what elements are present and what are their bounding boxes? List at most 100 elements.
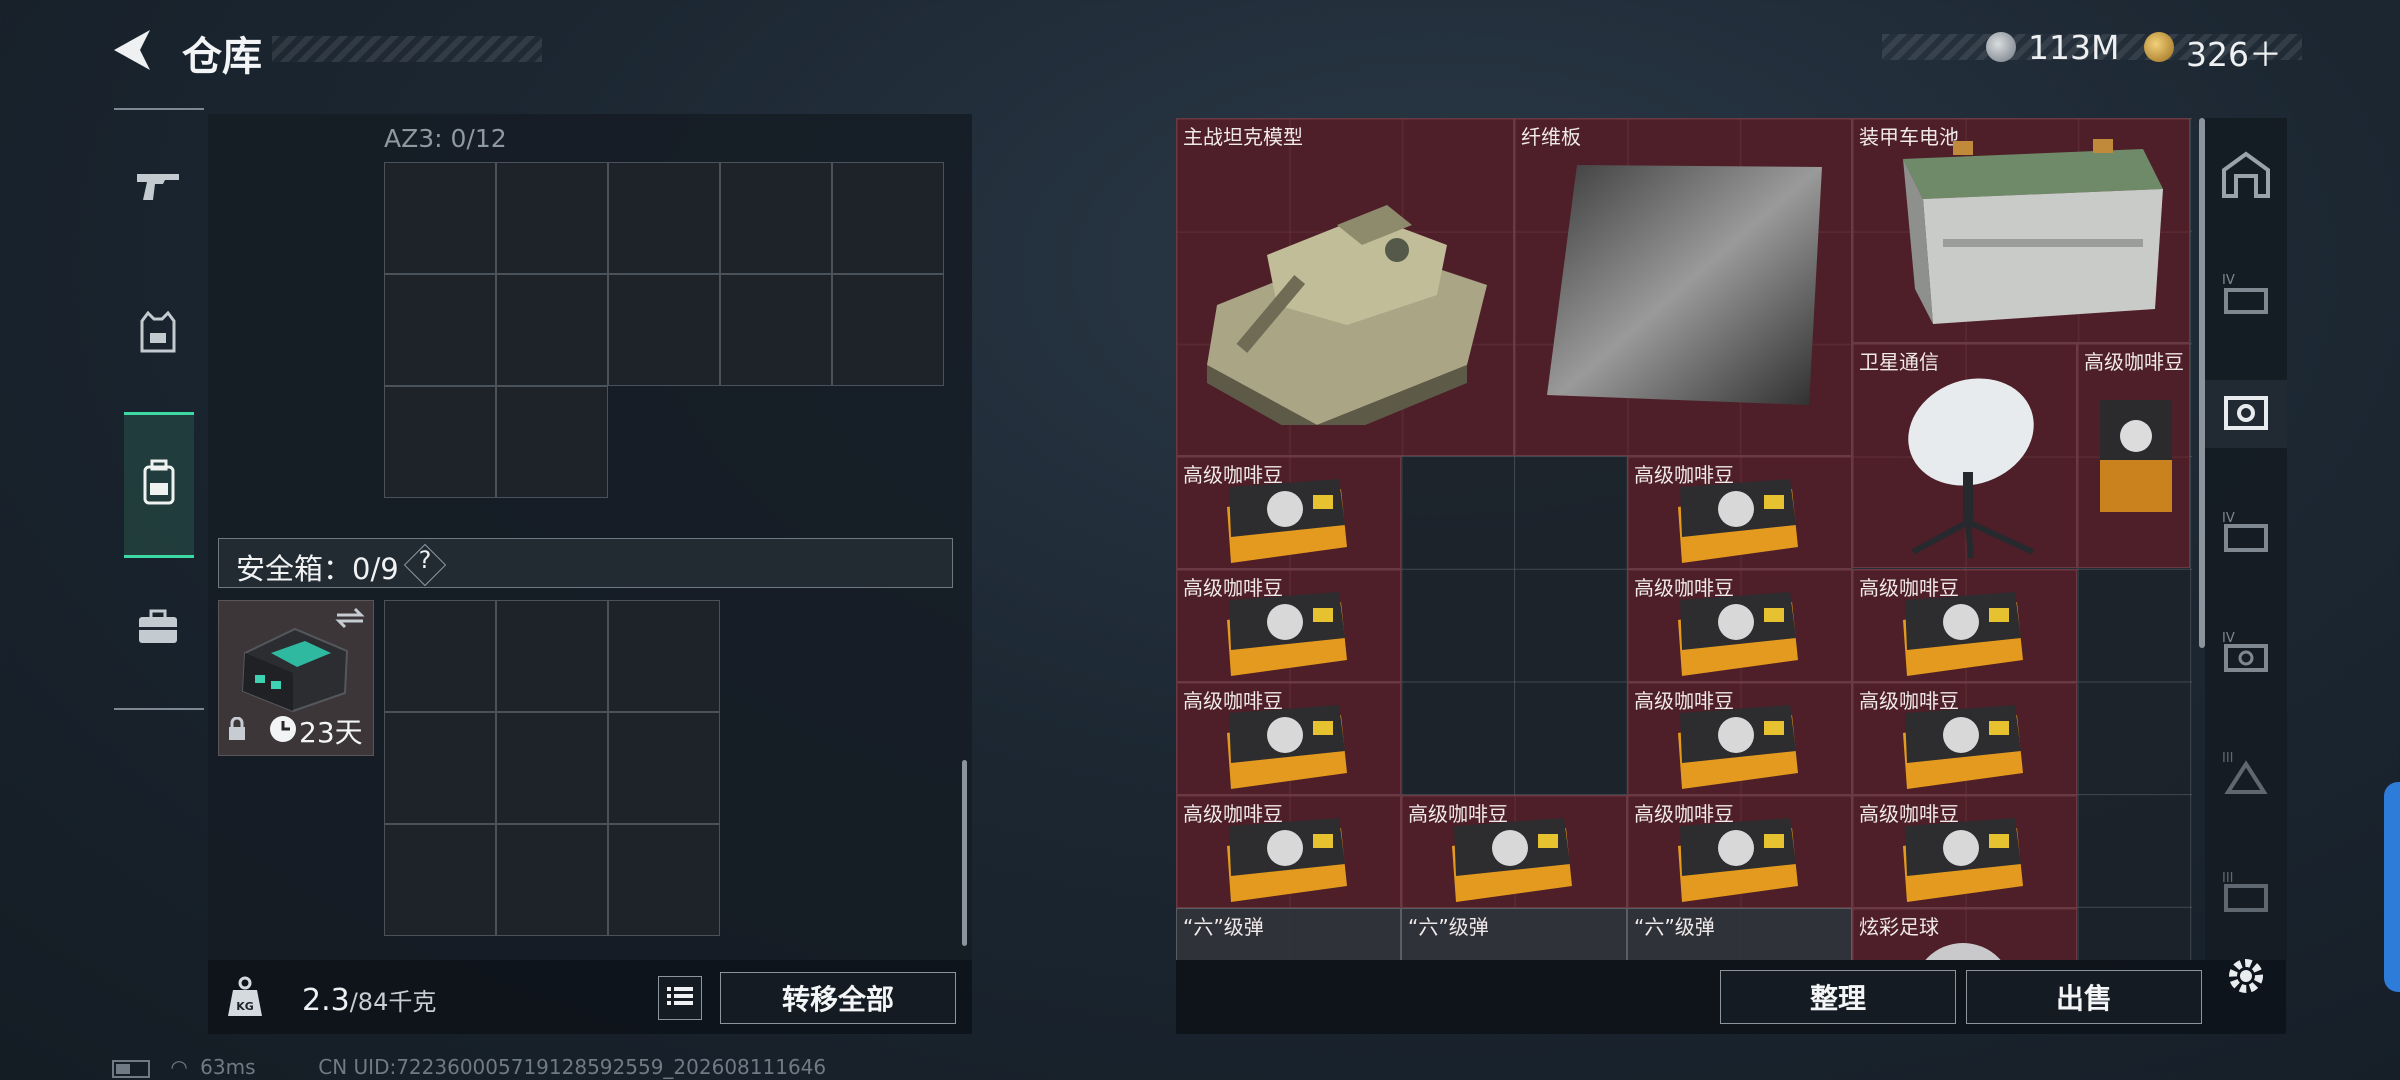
stash-tab-1[interactable]: IV	[2214, 264, 2278, 328]
safebox-slot[interactable]	[496, 600, 608, 712]
stash-tab-4[interactable]: IV	[2214, 622, 2278, 686]
side-drawer-handle[interactable]	[2384, 782, 2400, 992]
backpack-slot[interactable]	[384, 274, 496, 386]
coffee-bag-icon	[1897, 703, 2027, 794]
title-decoration	[272, 36, 542, 62]
stash-item[interactable]: 高级咖啡豆	[2077, 343, 2190, 568]
token-amount[interactable]: 326＋	[2186, 28, 2282, 76]
stash-item[interactable]: 高级咖啡豆	[1401, 795, 1627, 908]
gun-icon	[135, 170, 181, 208]
back-button[interactable]	[110, 26, 154, 74]
vest-icon	[138, 310, 178, 359]
weight-current: 2.3	[302, 983, 350, 1018]
backpack-slot[interactable]	[384, 386, 496, 498]
coffee-bag-icon	[1672, 477, 1802, 568]
stash-item[interactable]: “六”级弹	[1627, 908, 1852, 960]
stash-item[interactable]: 高级咖啡豆	[1852, 795, 2077, 908]
nav-tools-tab[interactable]	[125, 596, 191, 662]
stash-item[interactable]: 主战坦克模型	[1176, 118, 1514, 456]
clock-icon	[269, 715, 297, 747]
coffee-bag-icon	[1446, 816, 1576, 907]
svg-text:IV: IV	[2222, 273, 2235, 288]
stash-item[interactable]: 高级咖啡豆	[1176, 795, 1401, 908]
stash-tab-all[interactable]	[2214, 144, 2278, 208]
item-label: 纤维板	[1521, 125, 1581, 149]
stash-item[interactable]: 高级咖啡豆	[1627, 682, 1852, 795]
safebox-item[interactable]: 23天	[218, 600, 374, 756]
stash-tab-2[interactable]	[2214, 382, 2278, 446]
safebox-slot[interactable]	[496, 712, 608, 824]
swap-icon[interactable]	[335, 607, 365, 633]
container-tier-icon: III	[2220, 868, 2272, 920]
vault-icon	[2220, 150, 2272, 202]
container-tier-icon	[2220, 388, 2272, 440]
gear-icon	[2224, 954, 2268, 1002]
safebox-slot[interactable]	[384, 600, 496, 712]
stash-grid: 主战坦克模型 纤维板 装甲车电池 卫星通信 高级咖啡豆 高级咖啡豆 高级咖啡豆 …	[1176, 118, 2192, 960]
item-label: 高级咖啡豆	[2084, 350, 2184, 374]
stash-tab-3[interactable]: IV	[2214, 502, 2278, 566]
coffee-bag-icon	[1672, 703, 1802, 794]
stash-item[interactable]: 纤维板	[1514, 118, 1852, 456]
backpack-slot[interactable]	[832, 162, 944, 274]
backpack-slot[interactable]	[832, 274, 944, 386]
stash-item[interactable]: 高级咖啡豆	[1176, 456, 1401, 569]
stash-item[interactable]: 炫彩足球	[1852, 908, 2077, 960]
page-title: 仓库	[182, 34, 262, 80]
backpack-slot[interactable]	[720, 274, 832, 386]
stash-item[interactable]: 高级咖啡豆	[1627, 795, 1852, 908]
backpack-slot[interactable]	[496, 162, 608, 274]
football-icon	[1903, 933, 2023, 960]
stash-item[interactable]: 高级咖啡豆	[1627, 456, 1852, 569]
help-button[interactable]: ?	[412, 546, 438, 574]
svg-text:KG: KG	[236, 1000, 254, 1013]
stash-item[interactable]: 高级咖啡豆	[1627, 569, 1852, 682]
safebox-slot[interactable]	[608, 824, 720, 936]
item-label: 卫星通信	[1859, 350, 1939, 374]
sell-button[interactable]: 出售	[1966, 970, 2202, 1024]
nav-armor-tab[interactable]	[125, 302, 191, 368]
stash-item[interactable]: 卫星通信	[1852, 343, 2077, 568]
container-tier-icon: IV	[2220, 628, 2272, 680]
coffee-bag-icon	[1221, 703, 1351, 794]
loadout-scrollbar[interactable]	[962, 760, 967, 946]
list-view-button[interactable]	[658, 976, 702, 1020]
weight-readout: 2.3/84千克	[302, 982, 436, 1018]
ping-text: 63ms	[200, 1055, 256, 1079]
backpack-slot[interactable]	[496, 274, 608, 386]
safebox-case-icon	[235, 623, 355, 717]
safebox-slot[interactable]	[384, 712, 496, 824]
settings-button[interactable]	[2214, 946, 2278, 1010]
safebox-slot[interactable]	[496, 824, 608, 936]
stash-item[interactable]: 高级咖啡豆	[1176, 569, 1401, 682]
nav-safebox-tab[interactable]	[124, 412, 194, 558]
item-label: “六”级弹	[1183, 915, 1264, 939]
transfer-all-button[interactable]: 转移全部	[720, 972, 956, 1024]
safebox-slot[interactable]	[608, 600, 720, 712]
stash-item[interactable]: 高级咖啡豆	[1852, 682, 2077, 795]
currency-bar: 113M 326＋	[1882, 28, 2302, 74]
container-tier-icon: IV	[2220, 508, 2272, 560]
coffee-bag-icon	[1672, 590, 1802, 681]
stash-item[interactable]: “六”级弹	[1401, 908, 1627, 960]
coffee-bag-icon	[1221, 477, 1351, 568]
safebox-slot[interactable]	[384, 824, 496, 936]
stash-item[interactable]: 装甲车电池	[1852, 118, 2190, 343]
stash-tab-5[interactable]: III	[2214, 742, 2278, 806]
backpack-slot[interactable]	[608, 274, 720, 386]
backpack-slot[interactable]	[608, 162, 720, 274]
backpack-slot[interactable]	[496, 386, 608, 498]
svg-text:III: III	[2222, 751, 2234, 766]
backpack-slot[interactable]	[384, 162, 496, 274]
nav-weapons-tab[interactable]	[125, 156, 191, 222]
safebox-slot[interactable]	[608, 712, 720, 824]
stash-item[interactable]: 高级咖啡豆	[1176, 682, 1401, 795]
coffee-bag-icon	[1897, 816, 2027, 907]
sort-button[interactable]: 整理	[1720, 970, 1956, 1024]
stash-tab-6[interactable]: III	[2214, 862, 2278, 926]
coffee-bag-icon	[1897, 590, 2027, 681]
stash-item[interactable]: 高级咖啡豆	[1852, 569, 2077, 682]
backpack-slot[interactable]	[720, 162, 832, 274]
backpack-icon	[139, 459, 179, 511]
stash-item[interactable]: “六”级弹	[1176, 908, 1401, 960]
